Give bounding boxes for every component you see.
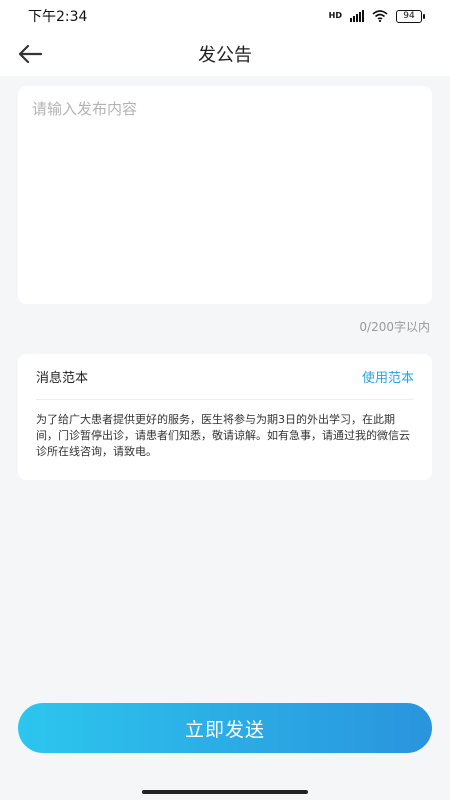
use-template-link[interactable]: 使用范本 (362, 367, 414, 386)
back-button[interactable] (14, 40, 46, 68)
template-body: 为了给广大患者提供更好的服务，医生将参与为期3日的外出学习，在此期间，门诊暂停出… (36, 413, 410, 458)
page-title: 发公告 (198, 45, 252, 66)
nav-bar: 发公告 (0, 32, 450, 76)
battery-icon: 94 (396, 9, 425, 23)
send-button[interactable]: 立即发送 (18, 703, 432, 753)
home-indicator[interactable] (142, 790, 308, 794)
content-input[interactable] (18, 86, 432, 304)
char-counter: 0/200字以内 (359, 320, 430, 334)
signal-icon (350, 10, 364, 22)
status-bar: 下午2:34 HD 94 (0, 0, 450, 32)
wifi-icon (372, 10, 388, 22)
template-title: 消息范本 (36, 371, 89, 386)
hd-icon: HD (328, 11, 342, 20)
status-icons: HD 94 (328, 9, 425, 23)
screen: 下午2:34 HD 94 发公告 0/200字以内 (0, 0, 450, 800)
template-card: 消息范本 使用范本 为了给广大患者提供更好的服务，医生将参与为期3日的外出学习，… (18, 354, 432, 480)
arrow-left-icon (18, 44, 43, 64)
template-header: 消息范本 使用范本 (36, 354, 414, 400)
content-input-card (18, 86, 432, 304)
status-time: 下午2:34 (28, 9, 88, 25)
